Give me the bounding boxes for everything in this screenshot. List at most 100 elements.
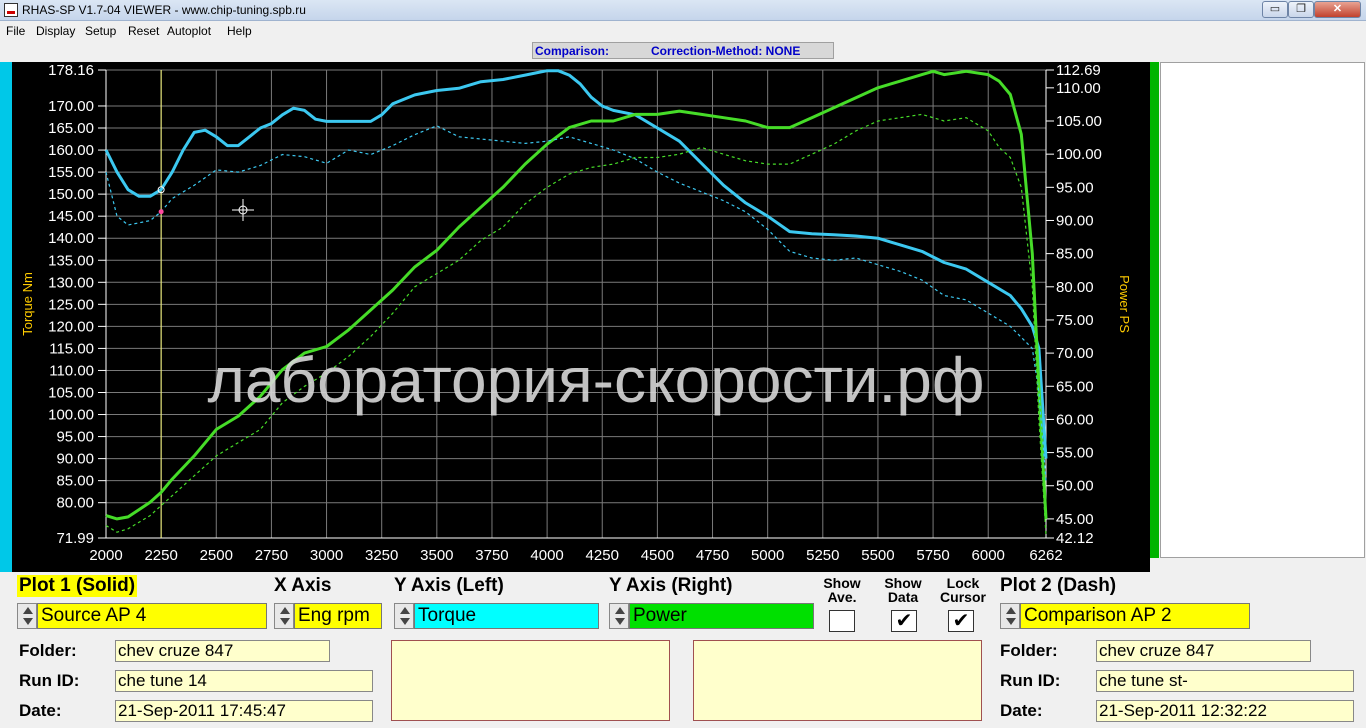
y-left-tick-label: 100.00 xyxy=(48,407,94,424)
run2-folder-field: chev cruze 847 xyxy=(1096,640,1311,662)
y-left-tick-label: 140.00 xyxy=(48,230,94,247)
y-right-tick-label: 65.00 xyxy=(1056,378,1094,395)
y-left-tick-label: 105.00 xyxy=(48,384,94,401)
y-right-tick-label: 50.00 xyxy=(1056,478,1094,495)
y-left-tick-label: 130.00 xyxy=(48,274,94,291)
lock-cursor-label: Lock Cursor xyxy=(940,575,986,605)
cursor-marker-comparison xyxy=(158,209,164,215)
show-data-checkbox[interactable]: ✔ xyxy=(891,610,917,632)
x-tick-label: 3750 xyxy=(475,547,508,564)
left-axis-color-bar xyxy=(0,62,12,572)
y-right-spinner[interactable] xyxy=(609,603,629,629)
run2-folder-label: Folder: xyxy=(1000,641,1058,660)
y-right-tick-label: 75.00 xyxy=(1056,312,1094,329)
y-left-tick-label: 95.00 xyxy=(56,429,94,446)
y-left-tick-label: 170.00 xyxy=(48,98,94,115)
y-right-tick-label: 80.00 xyxy=(1056,279,1094,296)
plot1-spinner[interactable] xyxy=(17,603,37,629)
correction-method-label: Correction-Method: NONE xyxy=(651,44,801,58)
y-axis-left-label: Y Axis (Left) xyxy=(394,575,504,596)
run1-date-field: 21-Sep-2011 17:45:47 xyxy=(115,700,373,722)
y-left-tick-label: 120.00 xyxy=(48,318,94,335)
y-left-tick-label: 145.00 xyxy=(48,208,94,225)
y-right-tick-label: 95.00 xyxy=(1056,179,1094,196)
y-right-tick-label: 85.00 xyxy=(1056,246,1094,263)
y-left-axis-title: Torque Nm xyxy=(20,272,35,336)
x-tick-label: 2750 xyxy=(255,547,288,564)
y-left-tick-label: 110.00 xyxy=(49,362,94,379)
menu-help[interactable]: Help xyxy=(227,24,252,38)
run1-runid-label: Run ID: xyxy=(19,671,80,690)
lock-cursor-checkbox[interactable]: ✔ xyxy=(948,610,974,632)
x-tick-label: 5750 xyxy=(916,547,949,564)
x-tick-label: 2500 xyxy=(200,547,233,564)
y-left-tick-label: 178.16 xyxy=(48,62,94,79)
run2-runid-label: Run ID: xyxy=(1000,671,1061,690)
maximize-button[interactable]: ❐ xyxy=(1288,1,1314,18)
x-tick-label: 2000 xyxy=(89,547,122,564)
run2-date-field: 21-Sep-2011 12:32:22 xyxy=(1096,700,1354,722)
maximize-icon: ❐ xyxy=(1296,3,1306,15)
title-bar: RHAS-SP V1.7-04 VIEWER - www.chip-tuning… xyxy=(0,0,1366,21)
x-tick-label: 6262 xyxy=(1029,547,1062,564)
plot2-spinner[interactable] xyxy=(1000,603,1020,629)
run1-folder-label: Folder: xyxy=(19,641,77,660)
run2-notes-box[interactable] xyxy=(693,640,982,721)
app-icon xyxy=(4,3,18,17)
y-left-tick-label: 155.00 xyxy=(48,164,94,181)
y-right-tick-label: 112.69 xyxy=(1056,62,1101,79)
x-tick-label: 3000 xyxy=(310,547,343,564)
y-axis-right-label: Y Axis (Right) xyxy=(609,575,733,596)
run2-date-label: Date: xyxy=(1000,701,1043,720)
menu-display[interactable]: Display xyxy=(36,24,75,38)
plot2-label: Plot 2 (Dash) xyxy=(1000,575,1117,596)
minimize-button[interactable]: ▭ xyxy=(1262,1,1288,18)
y-left-tick-label: 135.00 xyxy=(48,252,94,269)
y-right-tick-label: 70.00 xyxy=(1056,345,1094,362)
run1-notes-box[interactable] xyxy=(391,640,670,721)
app-window: RHAS-SP V1.7-04 VIEWER - www.chip-tuning… xyxy=(0,0,1366,728)
y-left-tick-label: 165.00 xyxy=(48,120,94,137)
y-right-tick-label: 45.00 xyxy=(1056,511,1094,528)
x-tick-label: 6000 xyxy=(972,547,1005,564)
comparison-label: Comparison: xyxy=(535,44,610,58)
y-left-tick-label: 160.00 xyxy=(48,142,94,159)
x-axis-select[interactable]: Eng rpm xyxy=(294,603,382,629)
x-tick-label: 3500 xyxy=(420,547,453,564)
y-right-tick-label: 42.12 xyxy=(1056,530,1094,547)
right-axis-color-bar xyxy=(1150,62,1159,558)
y-left-select[interactable]: Torque xyxy=(414,603,599,629)
y-right-tick-label: 90.00 xyxy=(1056,212,1094,229)
show-ave-checkbox[interactable] xyxy=(829,610,855,632)
minimize-icon: ▭ xyxy=(1269,3,1281,15)
header-strip: Comparison: Correction-Method: NONE xyxy=(532,42,834,59)
y-right-tick-label: 105.00 xyxy=(1056,113,1102,130)
dyno-chart[interactable]: 2000 2250 2500 2750 3000 3250 3500 3750 4000 4250… xyxy=(12,62,1150,572)
y-left-spinner[interactable] xyxy=(394,603,414,629)
plot1-source-select[interactable]: Source AP 4 xyxy=(37,603,267,629)
x-axis-spinner[interactable] xyxy=(274,603,294,629)
close-icon: ✕ xyxy=(1332,3,1343,15)
plot1-label: Plot 1 (Solid) xyxy=(17,575,138,597)
y-right-select[interactable]: Power xyxy=(629,603,814,629)
menu-file[interactable]: File xyxy=(6,24,25,38)
menu-setup[interactable]: Setup xyxy=(85,24,116,38)
show-ave-label: Show Ave. xyxy=(823,575,861,605)
menu-reset[interactable]: Reset xyxy=(128,24,159,38)
menu-autoplot[interactable]: Autoplot xyxy=(167,24,211,38)
y-left-tick-label: 85.00 xyxy=(56,473,94,490)
menu-bar: File Display Setup Reset Autoplot Help xyxy=(0,21,1366,42)
series-line-comparison-torque xyxy=(105,125,1047,481)
x-tick-label: 2250 xyxy=(144,547,177,564)
close-button[interactable]: ✕ xyxy=(1314,1,1361,18)
y-right-tick-label: 55.00 xyxy=(1056,445,1094,462)
run1-folder-field: chev cruze 847 xyxy=(115,640,330,662)
plot-area[interactable]: 2000 2250 2500 2750 3000 3250 3500 3750 4000 4250… xyxy=(12,62,1150,572)
x-tick-label: 5500 xyxy=(861,547,894,564)
window-title: RHAS-SP V1.7-04 VIEWER - www.chip-tuning… xyxy=(22,3,306,17)
side-panel xyxy=(1160,62,1365,558)
y-left-tick-label: 115.00 xyxy=(49,340,94,357)
y-left-tick-label: 150.00 xyxy=(48,186,94,203)
plot2-source-select[interactable]: Comparison AP 2 xyxy=(1020,603,1250,629)
run1-runid-field: che tune 14 xyxy=(115,670,373,692)
